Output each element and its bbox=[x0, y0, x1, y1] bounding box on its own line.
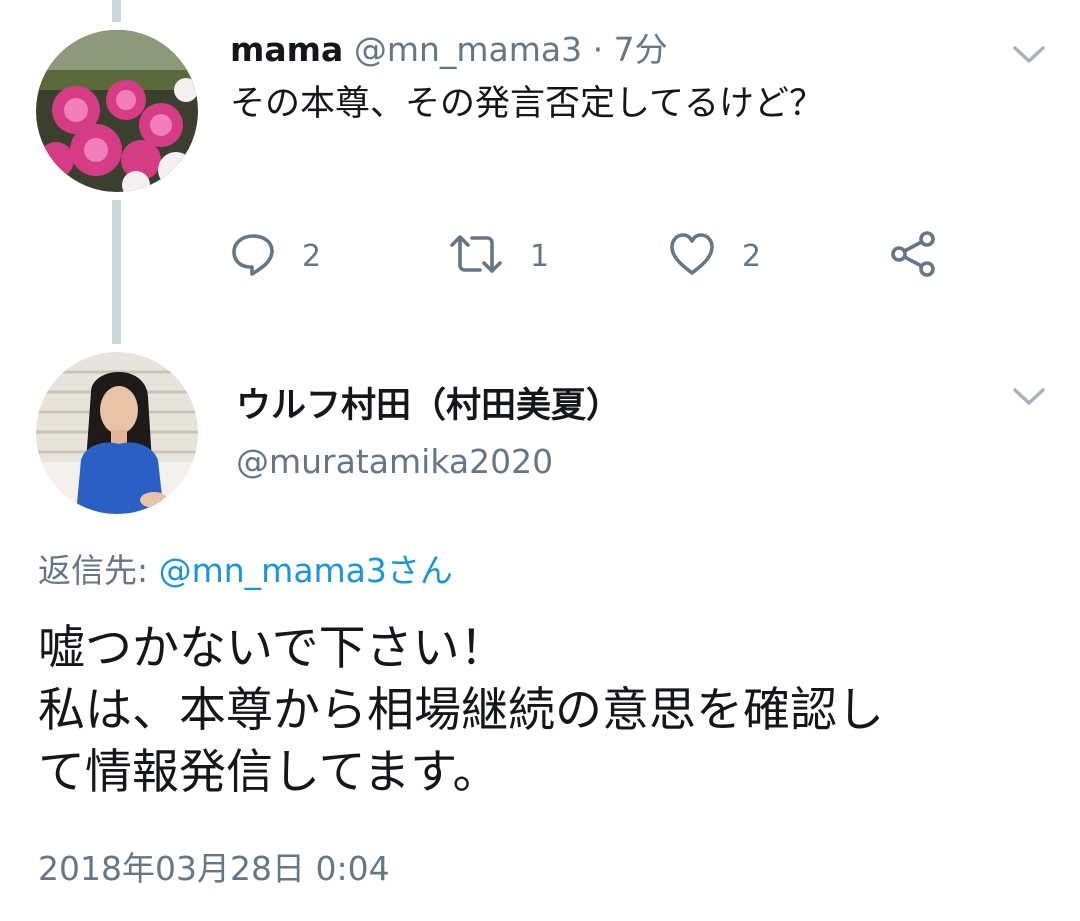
reply-to-label: 返信先: bbox=[38, 551, 159, 590]
tweet2-timestamp[interactable]: 2018年03月28日 0:04 bbox=[38, 846, 390, 892]
reply-to-mention-link[interactable]: @mn_mama3さん bbox=[159, 551, 453, 590]
reply-icon bbox=[230, 231, 276, 281]
tweet2-handle[interactable]: @muratamika2020 bbox=[236, 440, 553, 484]
chevron-down-icon[interactable] bbox=[1012, 44, 1046, 66]
tweet1-time[interactable]: 7分 bbox=[614, 30, 668, 69]
share-icon bbox=[888, 230, 938, 282]
avatar-mama[interactable] bbox=[36, 30, 198, 192]
share-button[interactable] bbox=[888, 230, 938, 282]
reply-button[interactable]: 2 bbox=[230, 230, 321, 282]
reply-to-line: 返信先: @mn_mama3さん bbox=[38, 548, 453, 594]
chevron-down-icon[interactable] bbox=[1012, 386, 1046, 408]
tweet2-text-line: 嘘つかないで下さい！ bbox=[38, 621, 507, 676]
like-icon bbox=[668, 231, 716, 281]
retweet-count: 1 bbox=[530, 238, 550, 274]
tweet1-separator: · bbox=[592, 30, 604, 69]
tweet2-display-name[interactable]: ウルフ村田（村田美夏） bbox=[236, 382, 621, 430]
tweet-thread: mama @mn_mama3 · 7分 その本尊、その発言否定してるけど？ 2 … bbox=[0, 0, 1080, 921]
tweet1-header: mama @mn_mama3 · 7分 bbox=[230, 28, 668, 72]
like-button[interactable]: 2 bbox=[668, 230, 761, 282]
avatar-muratamika[interactable] bbox=[36, 352, 198, 514]
tweet1-text: その本尊、その発言否定してるけど？ bbox=[230, 84, 824, 124]
retweet-button[interactable]: 1 bbox=[448, 230, 549, 282]
tweet2-text-line: 私は、本尊から相場継続の意思を確認し bbox=[38, 683, 884, 738]
reply-count: 2 bbox=[302, 238, 322, 274]
tweet1-handle[interactable]: @mn_mama3 bbox=[354, 30, 582, 69]
tweet1-display-name[interactable]: mama bbox=[230, 30, 343, 69]
retweet-icon bbox=[448, 231, 504, 281]
like-count: 2 bbox=[742, 238, 762, 274]
thread-connector-top bbox=[112, 0, 121, 22]
tweet2-text: 嘘つかないで下さい！ 私は、本尊から相場継続の意思を確認し て情報発信してます。 bbox=[38, 618, 1048, 804]
tweet2-text-line: て情報発信してます。 bbox=[38, 745, 500, 800]
thread-connector bbox=[112, 200, 121, 344]
